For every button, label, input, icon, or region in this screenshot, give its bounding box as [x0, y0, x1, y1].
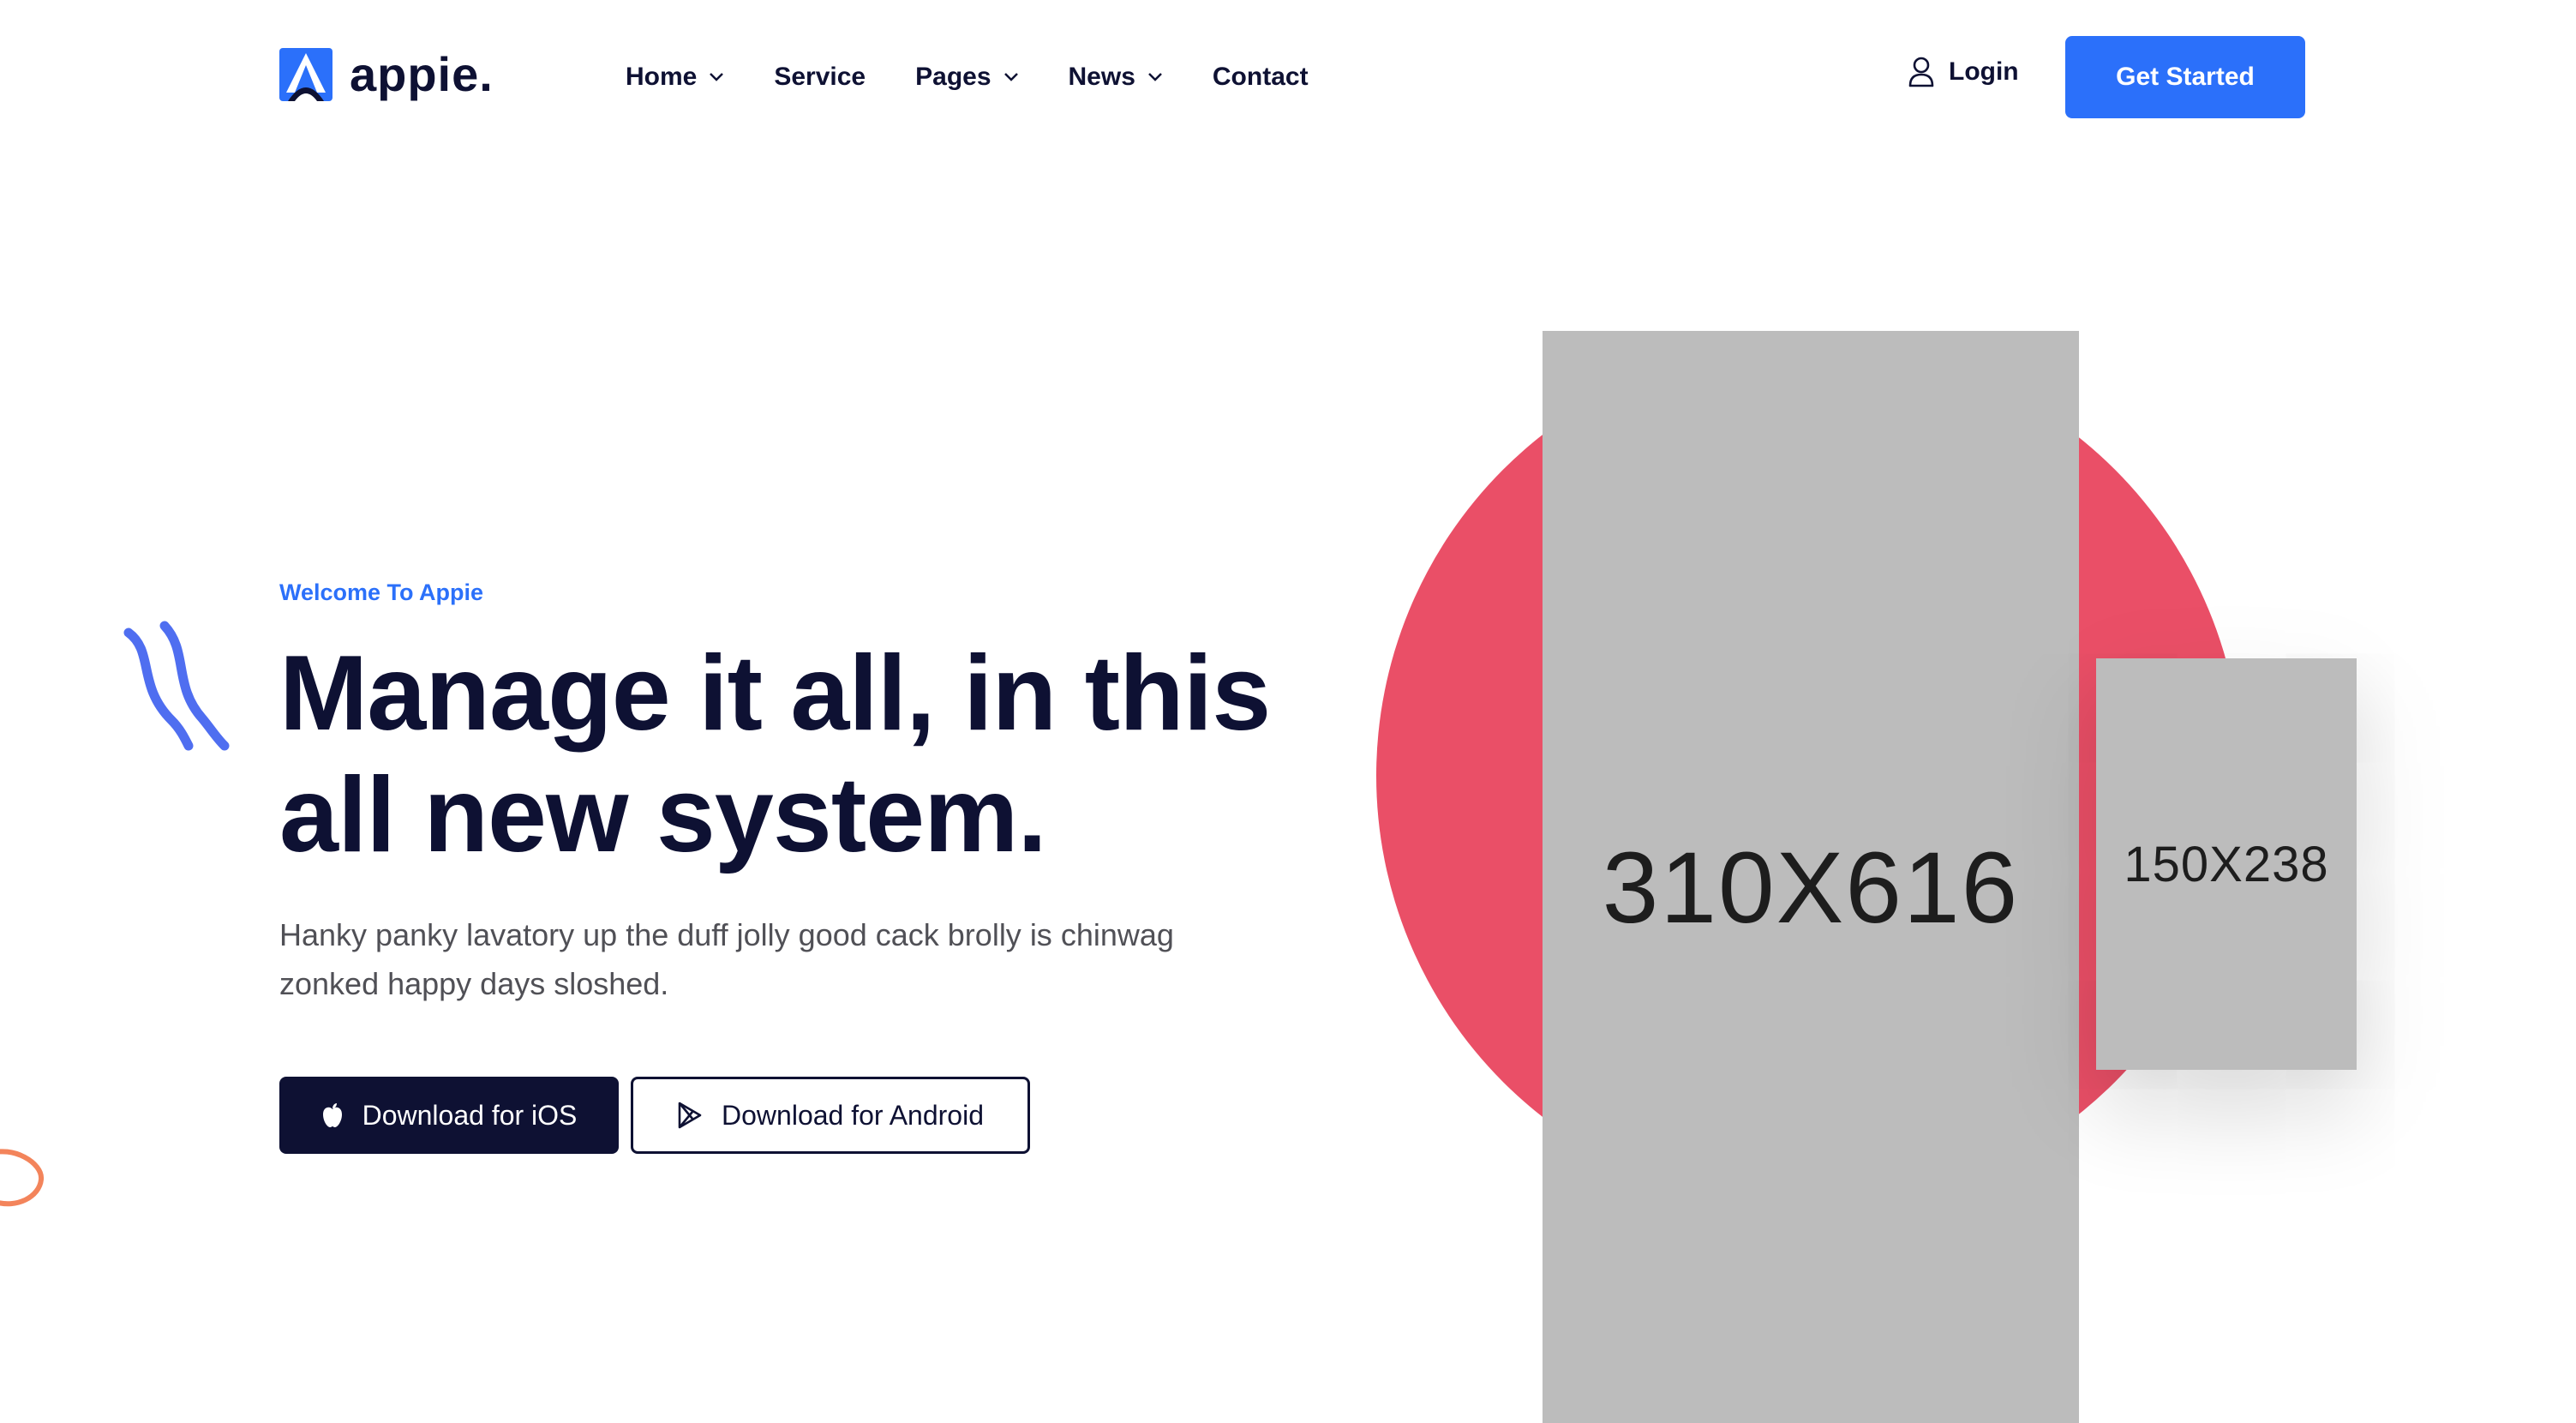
- nav-item-home[interactable]: Home: [626, 63, 724, 92]
- secondary-image-placeholder-label: 150X238: [2124, 836, 2329, 892]
- nav-item-contact[interactable]: Contact: [1213, 63, 1309, 92]
- hero-title-line-1: Manage it all, in this: [279, 634, 1271, 753]
- login-link[interactable]: Login: [1908, 57, 2019, 87]
- logo-text: appie.: [350, 47, 494, 101]
- page: appie. Home Service Pages News Contact L…: [0, 0, 2576, 1423]
- user-icon: [1908, 57, 1934, 87]
- main-nav: Home Service Pages News Contact: [626, 51, 1309, 103]
- download-android-label: Download for Android: [722, 1099, 984, 1131]
- logo[interactable]: appie.: [279, 48, 494, 101]
- decorative-wave-lines-icon: [123, 621, 230, 751]
- apple-icon: [322, 1103, 342, 1127]
- logo-icon: [279, 48, 332, 101]
- chevron-down-icon: [710, 73, 724, 81]
- hero-title: Manage it all, in this all new system.: [279, 633, 1351, 876]
- main-image-placeholder-label: 310X616: [1602, 832, 2020, 945]
- nav-item-label: Contact: [1212, 63, 1309, 91]
- hero-description: Hanky panky lavatory up the duff jolly g…: [279, 917, 1174, 1001]
- get-started-button[interactable]: Get Started: [2065, 36, 2305, 118]
- nav-item-label: Pages: [915, 63, 991, 91]
- chevron-down-icon: [1003, 73, 1018, 81]
- nav-item-label: Service: [774, 63, 866, 91]
- decorative-blob-icon: [0, 1149, 44, 1207]
- play-store-icon: [678, 1102, 702, 1129]
- hero-title-line-2: all new system.: [279, 756, 1047, 874]
- nav-item-service[interactable]: Service: [774, 63, 866, 92]
- chevron-down-icon: [1148, 73, 1162, 81]
- nav-item-label: Home: [626, 63, 698, 91]
- login-label: Login: [1949, 57, 2019, 86]
- hero-secondary-image: 150X238: [2096, 658, 2357, 1070]
- download-ios-label: Download for iOS: [362, 1099, 578, 1131]
- download-android-button[interactable]: Download for Android: [631, 1077, 1030, 1154]
- nav-item-pages[interactable]: Pages: [915, 63, 1018, 92]
- nav-item-news[interactable]: News: [1069, 63, 1163, 92]
- download-ios-button[interactable]: Download for iOS: [279, 1077, 619, 1154]
- hero-main-image: 310X616: [1543, 331, 2079, 1423]
- nav-item-label: News: [1068, 63, 1135, 91]
- hero-eyebrow: Welcome To Appie: [279, 579, 484, 605]
